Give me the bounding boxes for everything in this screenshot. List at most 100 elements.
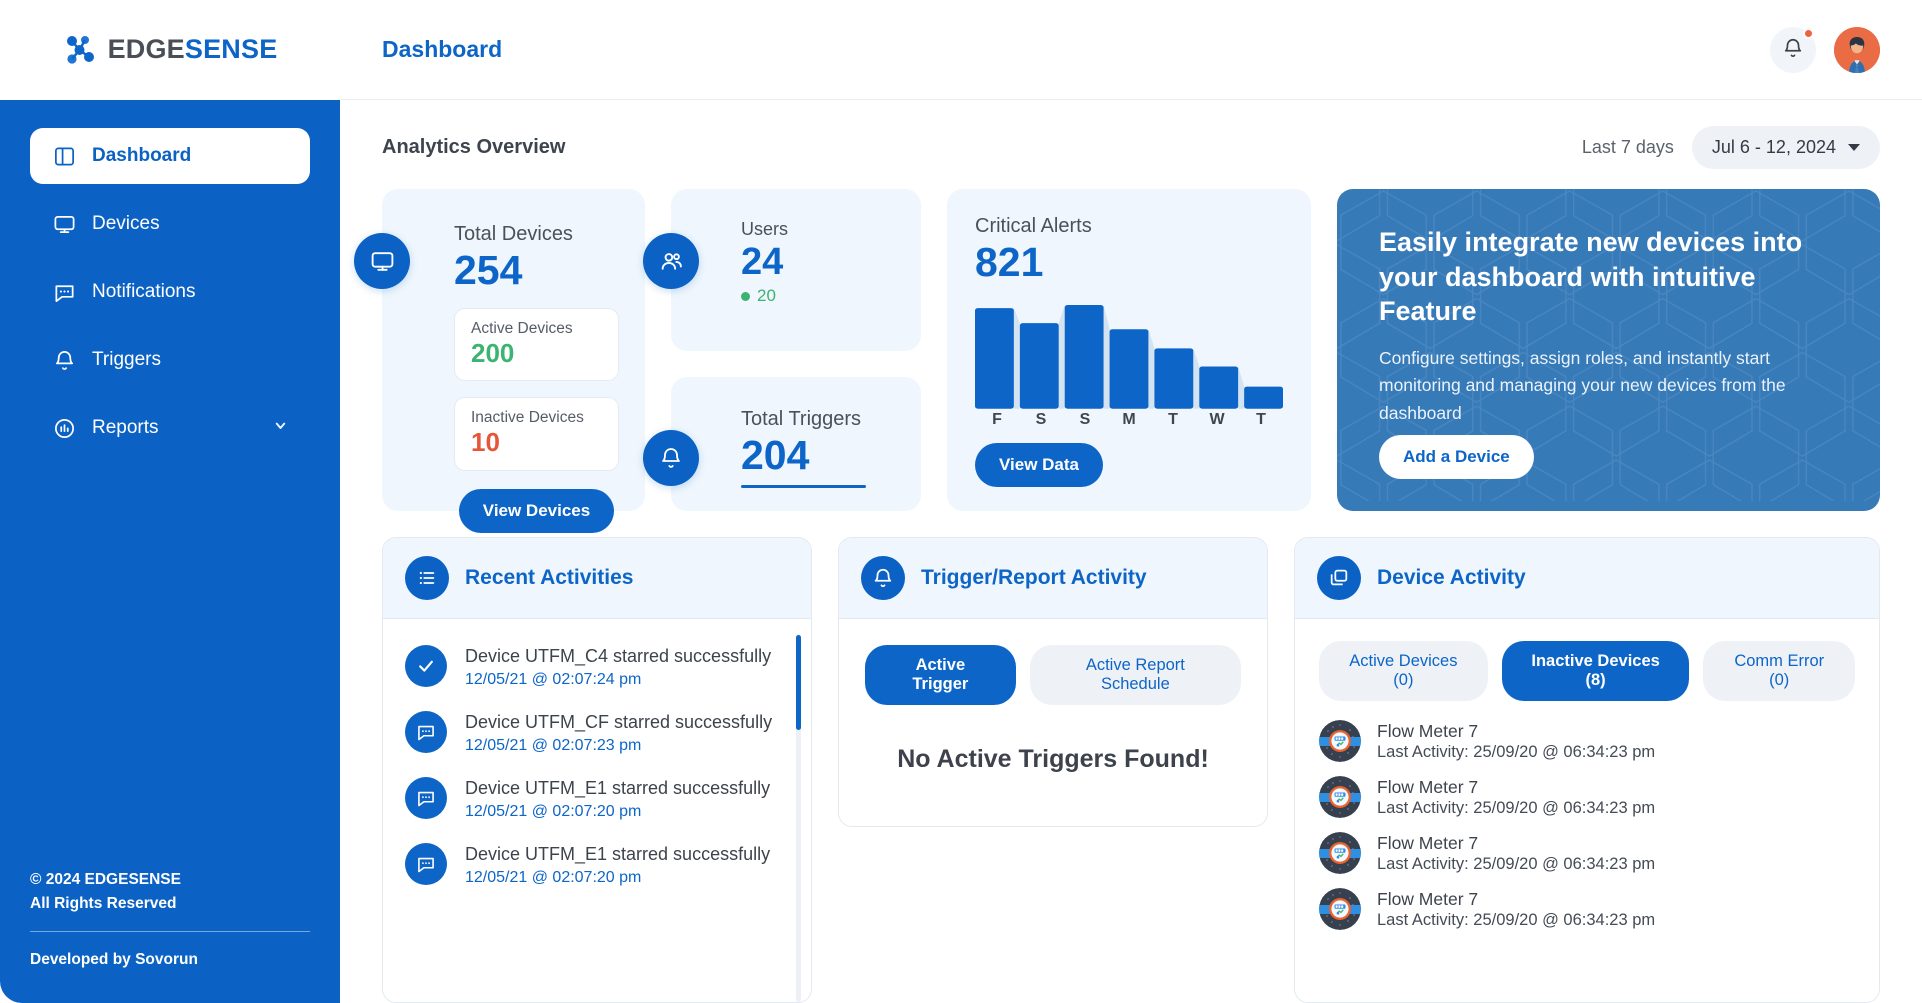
green-status-dot-icon <box>741 292 750 301</box>
molecule-dots-icon <box>63 33 97 67</box>
device-activity-header: Device Activity <box>1295 538 1879 619</box>
sidebar-item-dashboard[interactable]: Dashboard <box>30 128 310 184</box>
device-tab-0[interactable]: Active Devices (0) <box>1319 641 1488 701</box>
list-item[interactable]: Device UTFM_E1 starred successfully12/05… <box>383 831 811 897</box>
list-item[interactable]: Device UTFM_CF starred successfully12/05… <box>383 699 811 765</box>
bar-S[interactable] <box>1020 323 1059 409</box>
date-range-selector[interactable]: Jul 6 - 12, 2024 <box>1692 126 1880 169</box>
card-promo-add-device: Easily integrate new devices into your d… <box>1337 189 1880 511</box>
list-item[interactable]: Flow Meter 7Last Activity: 25/09/20 @ 06… <box>1295 713 1879 769</box>
panel-device-activity: Device Activity Active Devices (0)Inacti… <box>1294 537 1880 1003</box>
trigger-activity-body: Active TriggerActive Report Schedule No … <box>839 619 1267 826</box>
users-online-indicator: 20 <box>741 286 899 306</box>
bar-chart-svg <box>975 298 1283 409</box>
card-critical-alerts: Critical Alerts 821 FSSMTWT View Data <box>947 189 1311 511</box>
brand-wordmark: EDGESENSE <box>108 34 278 65</box>
scrollbar[interactable] <box>796 635 801 1002</box>
trigger-tab-1[interactable]: Active Report Schedule <box>1030 645 1241 705</box>
avatar[interactable] <box>1834 27 1880 73</box>
message-dots-icon <box>405 711 447 753</box>
device-tab-2[interactable]: Comm Error (0) <box>1703 641 1855 701</box>
brand-text-edge: EDGE <box>108 34 185 64</box>
brand-text-sense: SENSE <box>185 34 278 64</box>
device-text: Flow Meter 7Last Activity: 25/09/20 @ 06… <box>1377 889 1655 930</box>
layout-panel-icon <box>52 145 76 168</box>
sidebar-item-reports[interactable]: Reports <box>30 400 310 456</box>
brand-logo[interactable]: EDGESENSE <box>0 0 340 100</box>
bar-F[interactable] <box>975 308 1014 409</box>
bar-connector <box>1238 367 1244 409</box>
trigger-activity-title: Trigger/Report Activity <box>921 566 1147 590</box>
footer-divider <box>30 931 310 932</box>
bar-connector <box>1059 305 1065 409</box>
footer-developer: Developed by Sovorun <box>30 948 310 973</box>
main-content: Analytics Overview Last 7 days Jul 6 - 1… <box>340 100 1922 1003</box>
app-window: EDGESENSE Dashboard <box>0 0 1922 1003</box>
recent-activities-header: Recent Activities <box>383 538 811 619</box>
scrollbar-thumb[interactable] <box>796 635 801 730</box>
bar-W[interactable] <box>1199 367 1238 409</box>
chevron-down-icon <box>1848 144 1860 151</box>
device-last-activity: Last Activity: 25/09/20 @ 06:34:23 pm <box>1377 743 1655 762</box>
promo-title: Easily integrate new devices into your d… <box>1379 225 1838 329</box>
inactive-devices-label: Inactive Devices <box>471 409 602 427</box>
list-item[interactable]: Flow Meter 7Last Activity: 25/09/20 @ 06… <box>1295 881 1879 937</box>
bar-T[interactable] <box>1244 387 1283 409</box>
users-online-value: 20 <box>757 286 776 306</box>
top-bar-main: Dashboard <box>340 0 1922 100</box>
sidebar-item-triggers[interactable]: Triggers <box>30 332 310 388</box>
device-name: Flow Meter 7 <box>1377 721 1655 742</box>
date-range-value: Jul 6 - 12, 2024 <box>1712 137 1836 158</box>
add-a-device-button[interactable]: Add a Device <box>1379 435 1534 479</box>
device-text: Flow Meter 7Last Activity: 25/09/20 @ 06… <box>1377 777 1655 818</box>
trigger-tab-0[interactable]: Active Trigger <box>865 645 1016 705</box>
activity-timestamp: 12/05/21 @ 02:07:24 pm <box>465 671 771 689</box>
device-last-activity: Last Activity: 25/09/20 @ 06:34:23 pm <box>1377 911 1655 930</box>
chevron-down-icon[interactable] <box>273 417 288 439</box>
device-name: Flow Meter 7 <box>1377 777 1655 798</box>
bar-connector <box>1014 308 1020 409</box>
critical-alerts-label: Critical Alerts <box>975 215 1283 238</box>
sidebar-footer: © 2024 EDGESENSE All Rights Reserved Dev… <box>30 868 310 973</box>
sidebar-item-label: Dashboard <box>92 145 288 167</box>
bar-connector <box>1193 349 1199 409</box>
sidebar-item-notifications[interactable]: Notifications <box>30 264 310 320</box>
recent-activities-body: Device UTFM_C4 starred successfully12/05… <box>383 619 811 1002</box>
card-users: Users 24 20 <box>671 189 921 351</box>
active-devices-label: Active Devices <box>471 320 602 338</box>
activity-text: Device UTFM_E1 starred successfully12/05… <box>465 841 770 887</box>
list-item[interactable]: Flow Meter 7Last Activity: 25/09/20 @ 06… <box>1295 825 1879 881</box>
bar-connector <box>1104 305 1110 409</box>
list-item[interactable]: Device UTFM_C4 starred successfully12/05… <box>383 633 811 699</box>
x-tick-label: F <box>975 411 1019 429</box>
x-tick-label: M <box>1107 411 1151 429</box>
total-triggers-value: 204 <box>741 433 899 477</box>
device-avatar-icon <box>1319 832 1361 874</box>
view-devices-wrap: View Devices <box>454 489 619 533</box>
inactive-devices-box: Inactive Devices 10 <box>454 397 619 470</box>
sidebar-item-devices[interactable]: Devices <box>30 196 310 252</box>
bar-T[interactable] <box>1154 349 1193 409</box>
list-item[interactable]: Device UTFM_E1 starred successfully12/05… <box>383 765 811 831</box>
list-item[interactable]: Flow Meter 7Last Activity: 25/09/20 @ 06… <box>1295 769 1879 825</box>
bar-connector <box>1148 329 1154 409</box>
analytics-overview-title: Analytics Overview <box>382 136 565 159</box>
sidebar-item-label: Reports <box>92 417 257 439</box>
footer-copyright: © 2024 EDGESENSE <box>30 868 310 893</box>
sidebar-nav: Dashboard Devices <box>30 128 310 456</box>
bar-S[interactable] <box>1065 305 1104 409</box>
card-total-devices: Total Devices 254 Active Devices 200 Ina… <box>382 189 645 511</box>
active-devices-value: 200 <box>471 338 602 369</box>
bar-M[interactable] <box>1110 329 1149 409</box>
activity-list: Device UTFM_C4 starred successfully12/05… <box>383 619 811 1002</box>
view-devices-button[interactable]: View Devices <box>459 489 614 533</box>
list-icon <box>405 556 449 600</box>
check-icon <box>405 645 447 687</box>
date-range-controls: Last 7 days Jul 6 - 12, 2024 <box>1582 126 1880 169</box>
device-tab-1[interactable]: Inactive Devices (8) <box>1502 641 1690 701</box>
device-last-activity: Last Activity: 25/09/20 @ 06:34:23 pm <box>1377 855 1655 874</box>
view-data-button[interactable]: View Data <box>975 443 1103 487</box>
x-tick-label: T <box>1151 411 1195 429</box>
panel-trigger-report-activity: Trigger/Report Activity Active TriggerAc… <box>838 537 1268 827</box>
notifications-button[interactable] <box>1770 27 1816 73</box>
